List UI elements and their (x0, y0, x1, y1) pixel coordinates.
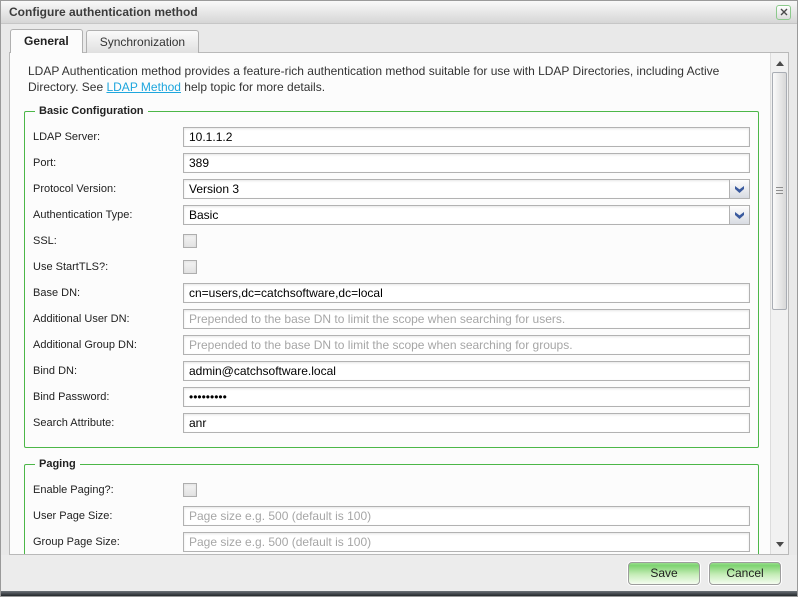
bind-dn-label: Bind DN: (33, 365, 183, 377)
auth-type-trigger[interactable] (729, 206, 749, 224)
base-dn-label: Base DN: (33, 287, 183, 299)
auth-type-row: Authentication Type: Basic (33, 205, 750, 225)
additional-group-dn-input[interactable] (183, 335, 750, 355)
dialog-footer: Save Cancel (1, 555, 797, 591)
port-input[interactable] (183, 153, 750, 173)
tab-general[interactable]: General (10, 29, 83, 53)
search-attribute-input[interactable] (183, 413, 750, 433)
additional-group-dn-label: Additional Group DN: (33, 339, 183, 351)
intro-text: LDAP Authentication method provides a fe… (28, 63, 757, 95)
port-label: Port: (33, 157, 183, 169)
cancel-button[interactable]: Cancel (709, 562, 781, 585)
enable-paging-checkbox[interactable] (183, 483, 197, 497)
scroll-up-button[interactable] (772, 56, 787, 70)
chevron-down-icon (735, 186, 744, 193)
close-button[interactable] (776, 5, 791, 20)
port-row: Port: (33, 153, 750, 173)
user-page-size-row: User Page Size: (33, 506, 750, 526)
additional-user-dn-row: Additional User DN: (33, 309, 750, 329)
save-button[interactable]: Save (628, 562, 700, 585)
paging-legend: Paging (35, 458, 80, 470)
scroll-down-button[interactable] (772, 537, 787, 551)
background-page-edge (1, 591, 797, 596)
auth-type-value: Basic (184, 206, 729, 224)
protocol-version-select[interactable]: Version 3 (183, 179, 750, 199)
base-dn-input[interactable] (183, 283, 750, 303)
user-page-size-input[interactable] (183, 506, 750, 526)
dialog-title: Configure authentication method (9, 5, 198, 19)
bind-password-input[interactable] (183, 387, 750, 407)
additional-user-dn-input[interactable] (183, 309, 750, 329)
tab-panel-general: LDAP Authentication method provides a fe… (9, 52, 789, 555)
starttls-label: Use StartTLS?: (33, 261, 183, 273)
arrow-up-icon (776, 61, 784, 66)
vertical-scrollbar[interactable] (770, 53, 788, 554)
ldap-server-row: LDAP Server: (33, 127, 750, 147)
chevron-down-icon (735, 212, 744, 219)
bind-password-row: Bind Password: (33, 387, 750, 407)
tab-bar: General Synchronization (1, 24, 797, 53)
protocol-version-value: Version 3 (184, 180, 729, 198)
scrollbar-grip-icon (776, 187, 783, 195)
intro-after: help topic for more details. (181, 80, 325, 94)
dialog-titlebar[interactable]: Configure authentication method (1, 1, 797, 24)
protocol-version-label: Protocol Version: (33, 183, 183, 195)
search-attribute-label: Search Attribute: (33, 417, 183, 429)
tab-synchronization[interactable]: Synchronization (86, 30, 199, 53)
ssl-label: SSL: (33, 235, 183, 247)
bind-dn-row: Bind DN: (33, 361, 750, 381)
group-page-size-label: Group Page Size: (33, 536, 183, 548)
configure-auth-dialog: Configure authentication method General … (0, 0, 798, 597)
auth-type-select[interactable]: Basic (183, 205, 750, 225)
enable-paging-label: Enable Paging?: (33, 484, 183, 496)
search-attribute-row: Search Attribute: (33, 413, 750, 433)
enable-paging-row: Enable Paging?: (33, 480, 750, 500)
additional-user-dn-label: Additional User DN: (33, 313, 183, 325)
arrow-down-icon (776, 542, 784, 547)
basic-configuration-section: Basic Configuration LDAP Server: Port: P… (24, 105, 759, 448)
bind-password-label: Bind Password: (33, 391, 183, 403)
ldap-method-link[interactable]: LDAP Method (106, 80, 181, 94)
ldap-server-input[interactable] (183, 127, 750, 147)
ssl-checkbox[interactable] (183, 234, 197, 248)
ldap-server-label: LDAP Server: (33, 131, 183, 143)
ssl-row: SSL: (33, 231, 750, 251)
bind-dn-input[interactable] (183, 361, 750, 381)
group-page-size-row: Group Page Size: (33, 532, 750, 552)
additional-group-dn-row: Additional Group DN: (33, 335, 750, 355)
protocol-version-trigger[interactable] (729, 180, 749, 198)
scrollbar-thumb[interactable] (772, 72, 787, 310)
auth-type-label: Authentication Type: (33, 209, 183, 221)
group-page-size-input[interactable] (183, 532, 750, 552)
protocol-version-row: Protocol Version: Version 3 (33, 179, 750, 199)
base-dn-row: Base DN: (33, 283, 750, 303)
user-page-size-label: User Page Size: (33, 510, 183, 522)
form-scroll-area: LDAP Authentication method provides a fe… (10, 53, 771, 554)
basic-configuration-legend: Basic Configuration (35, 105, 148, 117)
paging-section: Paging Enable Paging?: User Page Size: G… (24, 458, 759, 554)
close-icon (780, 8, 788, 16)
starttls-checkbox[interactable] (183, 260, 197, 274)
starttls-row: Use StartTLS?: (33, 257, 750, 277)
